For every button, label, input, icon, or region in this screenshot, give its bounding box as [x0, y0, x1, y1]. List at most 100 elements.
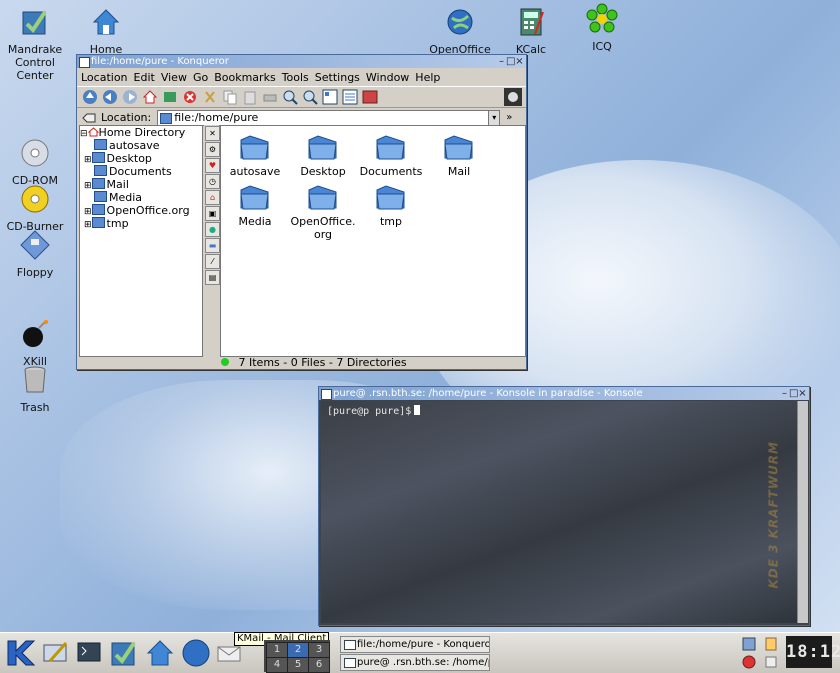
reload-icon	[164, 92, 176, 102]
menu-edit[interactable]: Edit	[134, 71, 155, 84]
terminal-icon[interactable]	[74, 637, 106, 669]
location-dropdown-button[interactable]: ▾	[488, 110, 500, 125]
file-item[interactable]: Mail	[425, 132, 493, 178]
file-item[interactable]: OpenOffice. org	[289, 182, 357, 241]
menu-tools[interactable]: Tools	[282, 71, 309, 84]
menu-help[interactable]: Help	[415, 71, 440, 84]
control-center-icon[interactable]	[108, 637, 140, 669]
devices-tab-icon[interactable]: ⁄	[205, 254, 220, 269]
home-icon[interactable]	[144, 637, 176, 669]
maximize-button[interactable]: □	[506, 55, 515, 68]
pager-desktop-1[interactable]: 1	[266, 642, 288, 658]
desktop-icon-floppy[interactable]: Floppy	[0, 229, 70, 279]
tree-item[interactable]: Documents	[80, 165, 202, 178]
zoom-out-button[interactable]	[301, 88, 319, 106]
close-panel-icon[interactable]: ✕	[205, 126, 220, 141]
browser-globe-icon[interactable]	[180, 637, 212, 669]
pager-desktop-3[interactable]: 3	[308, 642, 330, 658]
clear-location-icon[interactable]	[81, 112, 97, 124]
menu-view[interactable]: View	[161, 71, 187, 84]
info-tab-icon[interactable]: ▤	[205, 270, 220, 285]
home-button[interactable]	[141, 88, 159, 106]
konsole-titlebar[interactable]: pure@ .rsn.bth.se: /home/pure - Konsole …	[319, 387, 809, 400]
desktop-icon-xkill[interactable]: XKill	[0, 318, 70, 368]
pager-desktop-2[interactable]: 2	[287, 642, 309, 658]
konqueror-window[interactable]: file:/home/pure - Konqueror – □× Location…	[76, 54, 527, 370]
desktop-icon-icq[interactable]: ICQ	[567, 3, 637, 53]
maximize-button[interactable]: □	[789, 387, 798, 400]
tree-item[interactable]: ⊞ Desktop	[80, 152, 202, 165]
terminal-area[interactable]: [pure@p pure]$ KDE 3 KRAFTWURM	[321, 401, 797, 623]
file-item[interactable]: Desktop	[289, 132, 357, 178]
file-item[interactable]: autosave	[221, 132, 289, 178]
icon-view-button[interactable]	[321, 88, 339, 106]
print-button[interactable]	[261, 88, 279, 106]
menu-window[interactable]: Window	[366, 71, 409, 84]
list-view-button[interactable]	[341, 88, 359, 106]
close-button[interactable]: ×	[798, 387, 807, 400]
digital-clock[interactable]: 18:12	[786, 636, 840, 668]
terminal-scrollbar[interactable]	[797, 401, 808, 623]
notes-icon[interactable]	[764, 655, 778, 669]
floppy-icon	[20, 230, 50, 260]
pager-desktop-5[interactable]: 5	[287, 657, 309, 673]
desktop-icon-cd-burner[interactable]: CD-Burner	[0, 183, 70, 233]
services-tab-icon[interactable]: ●	[205, 222, 220, 237]
menu-location[interactable]: Location	[81, 71, 128, 84]
tray-applet-icon[interactable]	[742, 637, 756, 651]
konqueror-titlebar[interactable]: file:/home/pure - Konqueror – □×	[77, 55, 526, 68]
konsole-window[interactable]: pure@ .rsn.bth.se: /home/pure - Konsole …	[318, 386, 810, 626]
tray-power-icon[interactable]	[742, 655, 756, 669]
up-button[interactable]	[81, 88, 99, 106]
menu-go[interactable]: Go	[193, 71, 208, 84]
forward-button[interactable]	[121, 88, 139, 106]
stop-button[interactable]	[181, 88, 199, 106]
reload-button[interactable]	[161, 88, 179, 106]
file-item[interactable]: Documents	[357, 132, 425, 178]
home-tab-icon[interactable]: ⌂	[205, 190, 220, 205]
history-tab-icon[interactable]: ◷	[205, 174, 220, 189]
file-icon-view[interactable]: autosave Desktop Documents Mail Media OpenOff…	[220, 125, 526, 357]
desktop-icon-cdrom[interactable]: CD-ROM	[0, 137, 70, 187]
desktop-icon-openoffice[interactable]: OpenOffice	[425, 6, 495, 56]
directory-tree[interactable]: ⊟ Home Directory autosave ⊞ Desktop Docume…	[79, 125, 203, 357]
klipper-clipboard-icon[interactable]	[764, 637, 778, 651]
bookmarks-tab-icon[interactable]: ♥	[205, 158, 220, 173]
paste-button[interactable]	[241, 88, 259, 106]
kde-menu-icon[interactable]	[4, 637, 36, 669]
location-go-icon[interactable]: »	[506, 112, 512, 123]
location-input[interactable]: file:/home/pure ▾	[157, 109, 501, 126]
desktop-icon-trash[interactable]: Trash	[0, 364, 70, 414]
menu-bookmarks[interactable]: Bookmarks	[214, 71, 275, 84]
desktop-icon-mandrake-control-center[interactable]: Mandrake Control Center	[0, 6, 70, 82]
close-button[interactable]: ×	[515, 55, 524, 68]
tree-view-button[interactable]	[361, 88, 379, 106]
tree-item[interactable]: Media	[80, 191, 202, 204]
taskbar-button-konqueror[interactable]: file:/home/pure - Konqueror	[340, 636, 490, 653]
file-item[interactable]: tmp	[357, 182, 425, 228]
tree-item[interactable]: ⊞ OpenOffice.org	[80, 204, 202, 217]
tree-item[interactable]: ⊞ Mail	[80, 178, 202, 191]
window-menu-icon[interactable]	[79, 57, 90, 68]
desktop-icon-home[interactable]: Home	[71, 6, 141, 56]
back-button[interactable]	[101, 88, 119, 106]
tools-tab-icon[interactable]: ⚙	[205, 142, 220, 157]
network-tab-icon[interactable]: ▣	[205, 206, 220, 221]
window-menu-icon[interactable]	[321, 389, 332, 400]
taskbar-button-konsole[interactable]: pure@ .rsn.bth.se: /home/pure	[340, 654, 490, 671]
minimize-button[interactable]: –	[497, 55, 506, 68]
tree-item[interactable]: ⊞ tmp	[80, 217, 202, 230]
file-item[interactable]: Media	[221, 182, 289, 228]
tree-item[interactable]: autosave	[80, 139, 202, 152]
menu-settings[interactable]: Settings	[315, 71, 360, 84]
cut-button[interactable]	[201, 88, 219, 106]
pager-desktop-6[interactable]: 6	[308, 657, 330, 673]
zoom-in-button[interactable]	[281, 88, 299, 106]
desktop-access-icon[interactable]	[40, 637, 72, 669]
minimize-button[interactable]: –	[780, 387, 789, 400]
copy-button[interactable]	[221, 88, 239, 106]
tree-root[interactable]: ⊟ Home Directory	[80, 126, 202, 139]
root-tab-icon[interactable]: ▬	[205, 238, 220, 253]
desktop-icon-kcalc[interactable]: KCalc	[496, 6, 566, 56]
pager-desktop-4[interactable]: 4	[266, 657, 288, 673]
